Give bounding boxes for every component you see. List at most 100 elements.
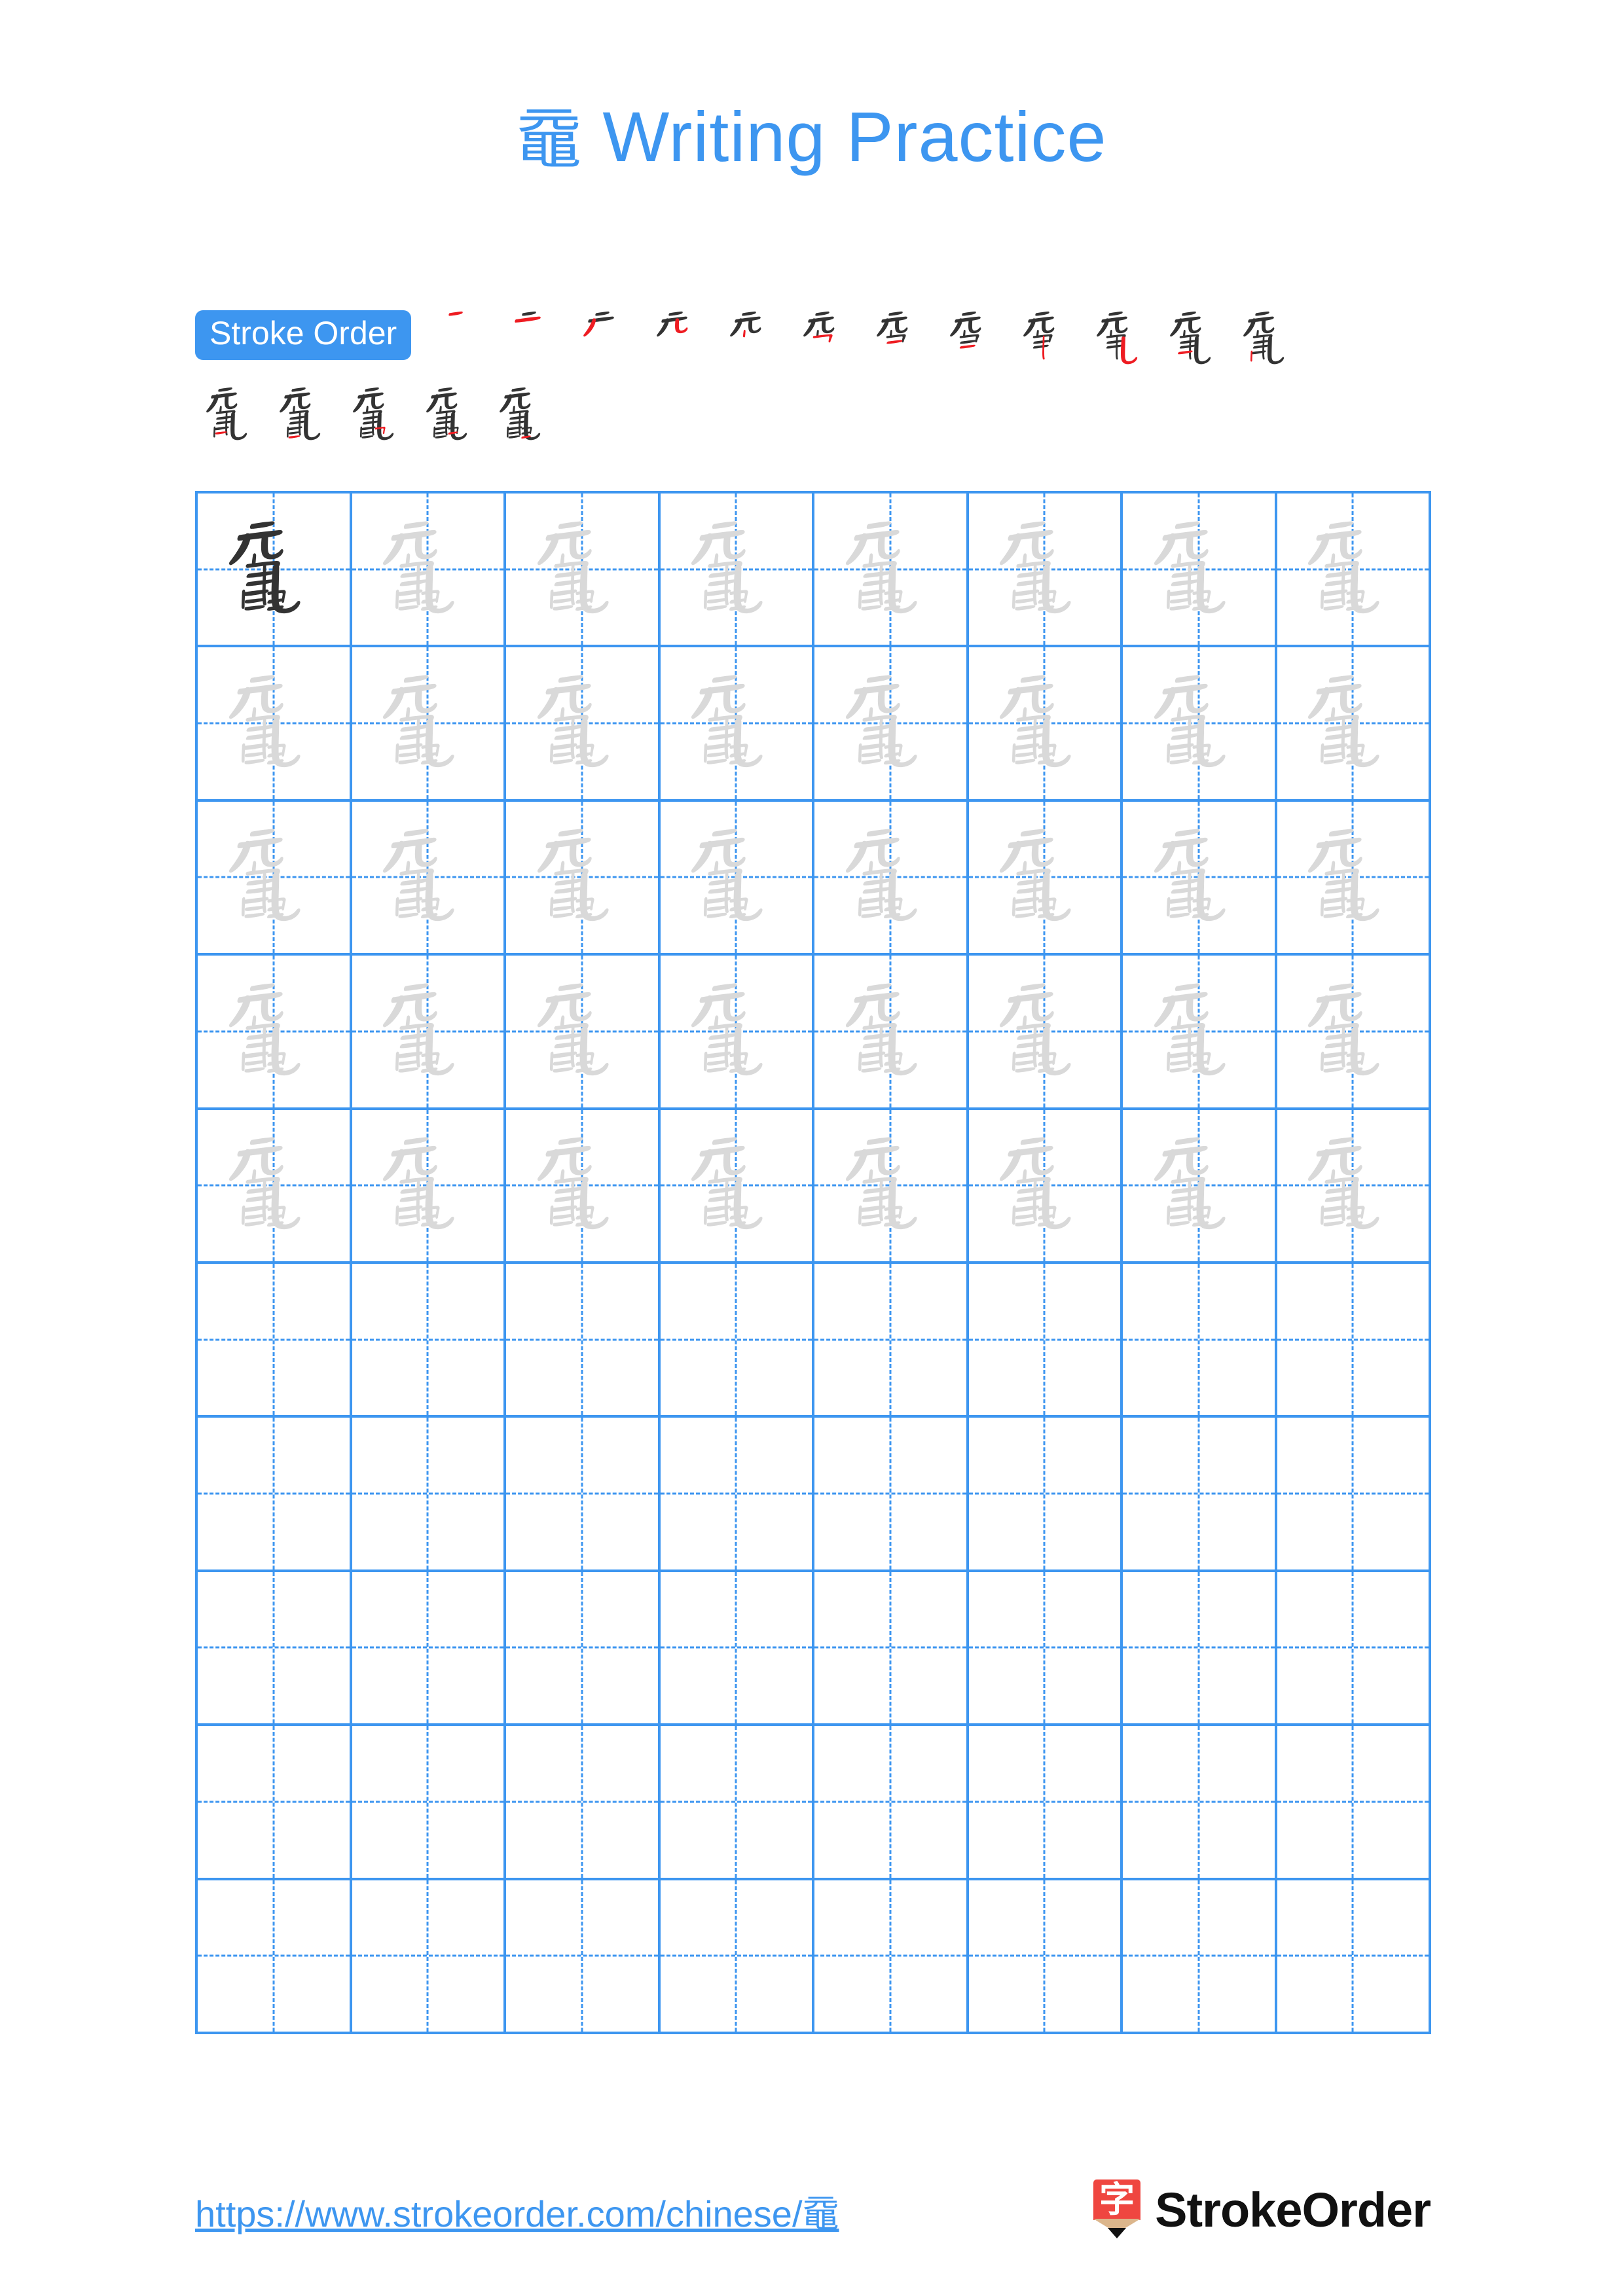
practice-cell-r2-c1[interactable] — [198, 647, 352, 802]
practice-cell-r7-c4[interactable] — [660, 1418, 814, 1572]
practice-cell-r1-c5[interactable] — [814, 493, 969, 648]
stroke-step-16 — [415, 378, 488, 452]
practice-cell-r8-c5[interactable] — [814, 1571, 969, 1727]
practice-cell-r10-c7[interactable] — [1123, 1880, 1277, 2034]
trace-character — [814, 956, 966, 1107]
trace-character — [969, 956, 1121, 1107]
practice-cell-r6-c2[interactable] — [352, 1263, 506, 1418]
practice-cell-r2-c3[interactable] — [506, 647, 661, 802]
practice-cell-r5-c6[interactable] — [968, 1109, 1123, 1264]
practice-cell-r6-c3[interactable] — [506, 1263, 661, 1418]
practice-cell-r10-c8[interactable] — [1277, 1880, 1431, 2034]
practice-cell-r2-c6[interactable] — [968, 647, 1123, 802]
practice-cell-r7-c7[interactable] — [1123, 1418, 1277, 1572]
practice-cell-r2-c8[interactable] — [1277, 647, 1431, 802]
practice-cell-r2-c7[interactable] — [1123, 647, 1277, 802]
practice-cell-r10-c1[interactable] — [198, 1880, 352, 2034]
practice-cell-r9-c1[interactable] — [198, 1726, 352, 1880]
practice-cell-r10-c6[interactable] — [968, 1880, 1123, 2034]
practice-cell-r6-c1[interactable] — [198, 1263, 352, 1418]
practice-cell-r6-c4[interactable] — [660, 1263, 814, 1418]
practice-cell-r6-c6[interactable] — [968, 1263, 1123, 1418]
practice-cell-r7-c6[interactable] — [968, 1418, 1123, 1572]
title-suffix: Writing Practice — [582, 97, 1107, 176]
practice-cell-r9-c7[interactable] — [1123, 1726, 1277, 1880]
practice-cell-r9-c6[interactable] — [968, 1726, 1123, 1880]
practice-cell-r2-c5[interactable] — [814, 647, 969, 802]
practice-cell-r4-c2[interactable] — [352, 956, 506, 1110]
practice-cell-r7-c2[interactable] — [352, 1418, 506, 1572]
practice-cell-r5-c3[interactable] — [506, 1109, 661, 1264]
trace-character — [352, 493, 504, 645]
practice-cell-r8-c4[interactable] — [660, 1571, 814, 1727]
trace-character — [506, 647, 658, 798]
practice-cell-r6-c5[interactable] — [814, 1263, 969, 1418]
practice-cell-r8-c6[interactable] — [968, 1571, 1123, 1727]
source-url-link[interactable]: https://www.strokeorder.com/chinese/黿 — [195, 2185, 839, 2238]
practice-cell-r3-c3[interactable] — [506, 801, 661, 956]
practice-cell-r4-c7[interactable] — [1123, 956, 1277, 1110]
practice-cell-r8-c3[interactable] — [506, 1571, 661, 1727]
practice-cell-r8-c8[interactable] — [1277, 1571, 1431, 1727]
trace-character — [506, 956, 658, 1107]
practice-cell-r4-c1[interactable] — [198, 956, 352, 1110]
practice-cell-r7-c5[interactable] — [814, 1418, 969, 1572]
practice-grid — [195, 491, 1431, 2034]
trace-character — [969, 802, 1121, 953]
practice-cell-r6-c8[interactable] — [1277, 1263, 1431, 1418]
practice-cell-r3-c2[interactable] — [352, 801, 506, 956]
practice-cell-r1-c6[interactable] — [968, 493, 1123, 648]
practice-cell-r1-c7[interactable] — [1123, 493, 1277, 648]
trace-character — [661, 493, 812, 645]
practice-cell-r7-c3[interactable] — [506, 1418, 661, 1572]
practice-cell-r8-c1[interactable] — [198, 1571, 352, 1727]
practice-cell-r5-c1[interactable] — [198, 1109, 352, 1264]
practice-cell-r3-c8[interactable] — [1277, 801, 1431, 956]
practice-cell-r9-c8[interactable] — [1277, 1726, 1431, 1880]
practice-cell-r9-c2[interactable] — [352, 1726, 506, 1880]
practice-cell-r4-c8[interactable] — [1277, 956, 1431, 1110]
practice-cell-r5-c5[interactable] — [814, 1109, 969, 1264]
stroke-order-badge: Stroke Order — [195, 310, 412, 360]
practice-cell-r2-c2[interactable] — [352, 647, 506, 802]
trace-character — [506, 1110, 658, 1261]
practice-cell-r4-c3[interactable] — [506, 956, 661, 1110]
title-character: 黿 — [516, 101, 583, 178]
stroke-step-4 — [646, 302, 719, 376]
practice-cell-r7-c1[interactable] — [198, 1418, 352, 1572]
practice-cell-r3-c6[interactable] — [968, 801, 1123, 956]
practice-cell-r5-c2[interactable] — [352, 1109, 506, 1264]
practice-cell-r9-c3[interactable] — [506, 1726, 661, 1880]
practice-cell-r1-c2[interactable] — [352, 493, 506, 648]
practice-cell-r8-c7[interactable] — [1123, 1571, 1277, 1727]
practice-cell-r1-c4[interactable] — [660, 493, 814, 648]
practice-cell-r3-c4[interactable] — [660, 801, 814, 956]
trace-character — [661, 956, 812, 1107]
practice-cell-r10-c4[interactable] — [660, 1880, 814, 2034]
page-header: 黿 Writing Practice — [0, 98, 1623, 176]
practice-cell-r8-c2[interactable] — [352, 1571, 506, 1727]
practice-cell-r10-c3[interactable] — [506, 1880, 661, 2034]
practice-cell-r1-c3[interactable] — [506, 493, 661, 648]
practice-cell-r10-c5[interactable] — [814, 1880, 969, 2034]
practice-cell-r4-c5[interactable] — [814, 956, 969, 1110]
practice-cell-r4-c6[interactable] — [968, 956, 1123, 1110]
stroke-step-17 — [488, 378, 562, 452]
practice-cell-r4-c4[interactable] — [660, 956, 814, 1110]
practice-cell-r9-c5[interactable] — [814, 1726, 969, 1880]
practice-cell-r3-c5[interactable] — [814, 801, 969, 956]
practice-cell-r6-c7[interactable] — [1123, 1263, 1277, 1418]
stroke-step-7 — [866, 302, 939, 376]
practice-cell-r5-c7[interactable] — [1123, 1109, 1277, 1264]
practice-cell-r5-c4[interactable] — [660, 1109, 814, 1264]
practice-cell-r7-c8[interactable] — [1277, 1418, 1431, 1572]
practice-cell-r10-c2[interactable] — [352, 1880, 506, 2034]
practice-cell-r3-c7[interactable] — [1123, 801, 1277, 956]
practice-cell-r1-c8[interactable] — [1277, 493, 1431, 648]
practice-cell-r1-c1[interactable] — [198, 493, 352, 648]
practice-cell-r3-c1[interactable] — [198, 801, 352, 956]
practice-cell-r5-c8[interactable] — [1277, 1109, 1431, 1264]
trace-character — [198, 647, 350, 798]
practice-cell-r2-c4[interactable] — [660, 647, 814, 802]
practice-cell-r9-c4[interactable] — [660, 1726, 814, 1880]
